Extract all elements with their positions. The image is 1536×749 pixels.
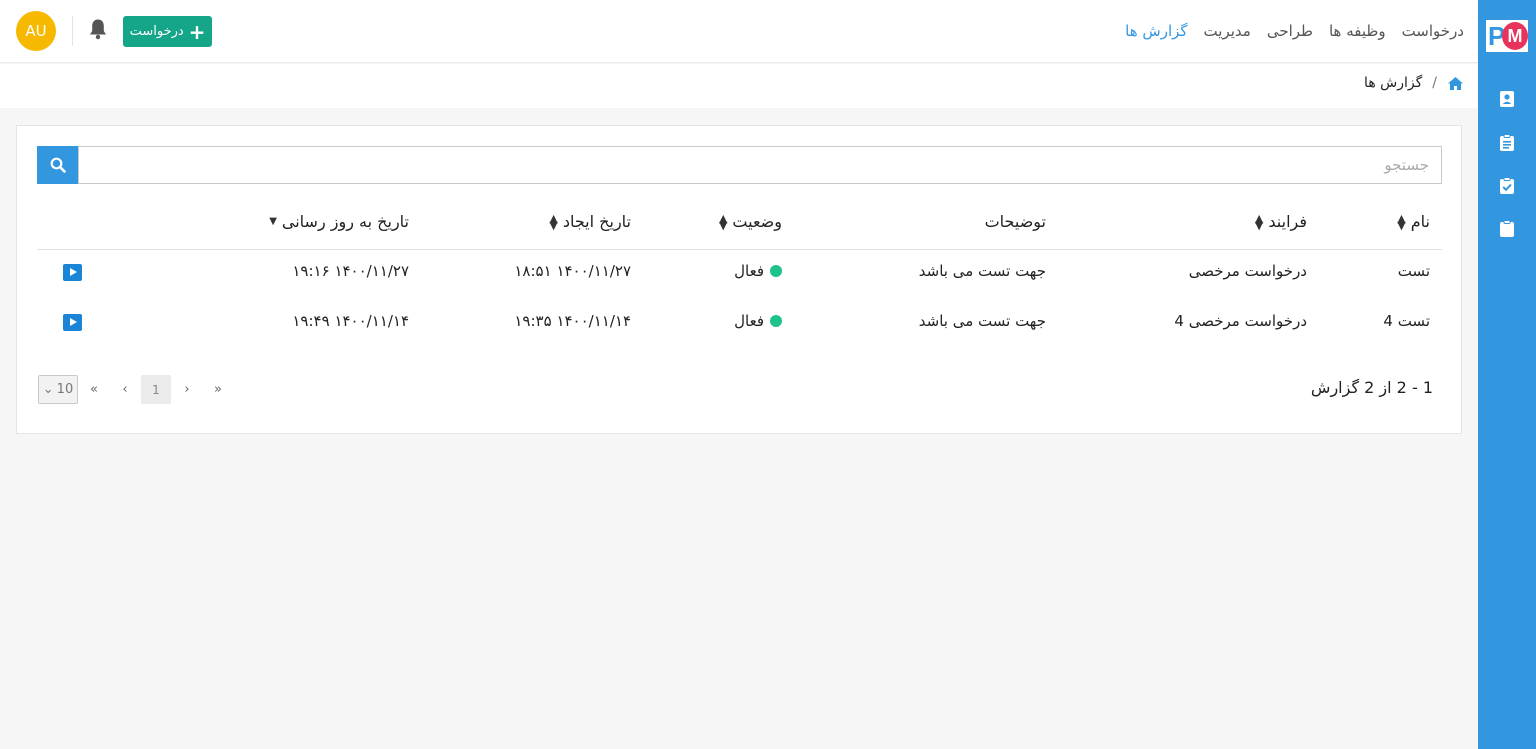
double-chevron-left-icon: « bbox=[90, 382, 98, 397]
table-row[interactable]: تست 4 درخواست مرخصی 4 جهت تست می باشد فع… bbox=[37, 300, 1442, 350]
search-icon bbox=[50, 157, 66, 173]
user-avatar[interactable]: AU bbox=[16, 11, 56, 51]
reports-card: نام ▲▼ فرایند ▲▼ توضیحات وضعیت ▲▼ تاریخ … bbox=[16, 125, 1462, 434]
clipboard-list-icon[interactable] bbox=[1499, 134, 1515, 152]
navbar-divider bbox=[72, 16, 73, 46]
status-dot bbox=[770, 315, 782, 327]
breadcrumb-current: گزارش ها bbox=[1364, 75, 1423, 91]
prev-page-button[interactable]: ‹ bbox=[110, 375, 140, 404]
nav-item-admin[interactable]: مدیریت bbox=[1204, 22, 1251, 40]
sort-desc-icon: ▼ bbox=[269, 216, 277, 227]
column-header-description: توضیحات bbox=[984, 212, 1046, 231]
open-report-icon[interactable] bbox=[63, 264, 82, 281]
sort-icon: ▲ ▼ bbox=[718, 211, 728, 232]
sort-icon: ▲ ▼ bbox=[549, 211, 558, 232]
reports-table: نام ▲ ▼ فرایند ▲ ▼ توضیحات وضعیت ▲ ▼ تاریخ … bbox=[37, 200, 1442, 350]
column-header-status[interactable]: وضعیت ▲ ▼ bbox=[719, 212, 782, 231]
new-request-label: درخواست bbox=[129, 24, 184, 39]
first-page-button[interactable]: « bbox=[79, 375, 109, 404]
next-page-button[interactable]: › bbox=[172, 375, 202, 404]
sort-icon: ▲ ▼ bbox=[1254, 211, 1264, 232]
chevron-down-icon: ⌄ bbox=[42, 382, 54, 397]
pagination: ⌄ 10 « ‹ 1 › » bbox=[38, 375, 233, 404]
column-header-updated[interactable]: تاریخ به روز رسانی ▼ bbox=[269, 212, 409, 231]
page-number-current[interactable]: 1 bbox=[141, 375, 171, 404]
clipboard-check-icon[interactable] bbox=[1499, 177, 1515, 195]
chevron-right-icon: › bbox=[184, 382, 190, 397]
status-dot bbox=[770, 265, 782, 277]
cell-name: تست bbox=[1397, 262, 1430, 280]
chevron-left-icon: ‹ bbox=[122, 382, 128, 397]
cell-status: فعال bbox=[734, 312, 782, 330]
home-icon[interactable] bbox=[1447, 76, 1464, 91]
new-request-button[interactable]: + درخواست bbox=[123, 16, 212, 47]
column-header-process[interactable]: فرایند ▲ ▼ bbox=[1255, 212, 1307, 231]
cell-process: درخواست مرخصی bbox=[1188, 262, 1307, 280]
contact-card-icon[interactable] bbox=[1499, 90, 1515, 108]
cell-status: فعال bbox=[734, 262, 782, 280]
table-header: نام ▲ ▼ فرایند ▲ ▼ توضیحات وضعیت ▲ ▼ تاریخ … bbox=[37, 200, 1442, 250]
table-row[interactable]: تست درخواست مرخصی جهت تست می باشد فعال ۱… bbox=[37, 250, 1442, 300]
open-report-icon[interactable] bbox=[63, 314, 82, 331]
breadcrumb-bar: / گزارش ها bbox=[0, 64, 1478, 108]
column-header-name[interactable]: نام ▲ ▼ bbox=[1397, 212, 1430, 231]
search-button[interactable] bbox=[37, 146, 78, 184]
double-chevron-right-icon: » bbox=[214, 382, 222, 397]
bell-icon[interactable] bbox=[88, 18, 108, 40]
nav-item-tasks[interactable]: وظیفه ها bbox=[1329, 22, 1386, 40]
nav-item-requests[interactable]: درخواست bbox=[1402, 22, 1464, 40]
cell-description: جهت تست می باشد bbox=[918, 312, 1046, 330]
top-navbar: درخواست وظیفه ها طراحی مدیریت گزارش ها +… bbox=[0, 0, 1478, 63]
last-page-button[interactable]: » bbox=[203, 375, 233, 404]
main-nav: درخواست وظیفه ها طراحی مدیریت گزارش ها bbox=[1125, 0, 1464, 62]
cell-updated: ۱۴۰۰/۱۱/۲۷ ۱۹:۱۶ bbox=[292, 262, 409, 280]
cell-process: درخواست مرخصی 4 bbox=[1174, 312, 1307, 330]
sort-icon: ▲ ▼ bbox=[1397, 211, 1406, 232]
plus-icon: + bbox=[188, 19, 206, 44]
sidebar: P M bbox=[1478, 0, 1536, 749]
cell-updated: ۱۴۰۰/۱۱/۱۴ ۱۹:۴۹ bbox=[292, 312, 409, 330]
cell-name: تست 4 bbox=[1383, 312, 1430, 330]
breadcrumb-separator: / bbox=[1432, 75, 1437, 91]
logo-letter-m: M bbox=[1502, 22, 1528, 50]
search-input[interactable] bbox=[78, 146, 1442, 184]
pagination-info: 1 - 2 از 2 گزارش bbox=[1310, 378, 1433, 397]
clipboard-icon[interactable] bbox=[1499, 220, 1515, 238]
column-header-created[interactable]: تاریخ ایجاد ▲ ▼ bbox=[549, 212, 631, 231]
app-logo[interactable]: P M bbox=[1486, 20, 1528, 52]
page-size-select[interactable]: ⌄ 10 bbox=[38, 375, 78, 404]
breadcrumb: / گزارش ها bbox=[1364, 75, 1464, 91]
cell-created: ۱۴۰۰/۱۱/۲۷ ۱۸:۵۱ bbox=[514, 262, 631, 280]
cell-created: ۱۴۰۰/۱۱/۱۴ ۱۹:۳۵ bbox=[514, 312, 631, 330]
nav-item-design[interactable]: طراحی bbox=[1267, 22, 1313, 40]
nav-item-reports[interactable]: گزارش ها bbox=[1125, 22, 1187, 40]
cell-description: جهت تست می باشد bbox=[918, 262, 1046, 280]
